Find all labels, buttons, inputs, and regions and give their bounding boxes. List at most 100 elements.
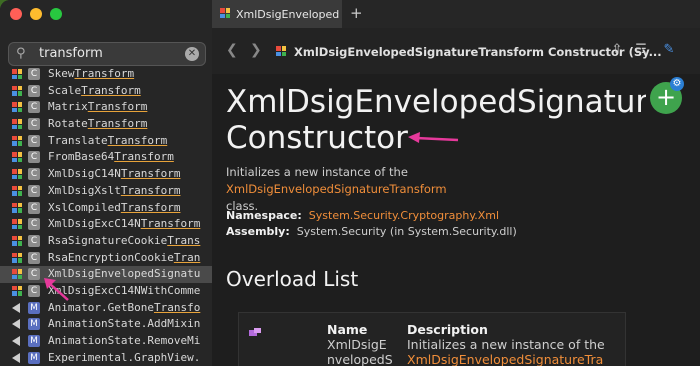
class-grid-icon	[12, 135, 22, 146]
class-grid-icon	[12, 119, 22, 130]
class-grid-icon	[276, 46, 286, 56]
overload-name-link[interactable]: XmlDsigE nvelopedS	[327, 337, 399, 366]
namespace-link[interactable]: System.Security.Cryptography.Xml	[309, 209, 499, 222]
annotate-icon[interactable]: ✎	[660, 42, 678, 60]
class-link[interactable]: XmlDsigEnvelopedSignatureTransform	[226, 182, 447, 196]
gear-icon[interactable]: ⚙	[670, 77, 684, 91]
list-item[interactable]: C XmlDsigC14NTransform	[0, 166, 212, 183]
class-icon: C	[28, 168, 40, 181]
list-item[interactable]: C RsaSignatureCookieTrans	[0, 233, 212, 250]
list-item-label: XmlDsigXsltTransform	[48, 183, 181, 197]
tab-active[interactable]: XmlDsigEnvelopedSign	[212, 0, 342, 28]
class-icon: C	[28, 284, 40, 297]
close-window-button[interactable]	[10, 8, 22, 20]
search-input[interactable]: transform	[39, 46, 103, 61]
list-item-label: MatrixTransform	[48, 100, 148, 114]
class-grid-icon	[12, 285, 22, 296]
list-item-label: ScaleTransform	[48, 83, 141, 97]
list-item-label: TranslateTransform	[48, 133, 168, 147]
class-grid-icon	[12, 219, 22, 230]
class-icon: C	[28, 101, 40, 114]
share-icon[interactable]: ⇧	[608, 42, 626, 60]
class-grid-icon	[12, 185, 22, 196]
overload-description: Initializes a new instance of the XmlDsig…	[407, 337, 605, 366]
class-grid-icon	[12, 85, 22, 96]
list-item[interactable]: C XmlDsigExcC14NTransform	[0, 216, 212, 233]
class-grid-icon	[12, 235, 22, 246]
unity-icon	[12, 352, 22, 363]
clear-search-icon[interactable]: ✕	[185, 47, 199, 61]
list-item[interactable]: M AnimationState.AddMixin	[0, 316, 212, 333]
class-grid-icon	[12, 269, 22, 280]
list-item[interactable]: C TranslateTransform	[0, 133, 212, 150]
class-icon: C	[28, 134, 40, 147]
public-method-icon	[249, 323, 261, 342]
assembly-value: System.Security (in System.Security.dll)	[296, 225, 517, 238]
new-tab-button[interactable]: +	[350, 4, 363, 22]
list-item[interactable]: C RotateTransform	[0, 116, 212, 133]
doc-content: XmlDsigEnvelopedSignatureT Constructor I…	[212, 74, 700, 366]
tab-bar: XmlDsigEnvelopedSign +	[212, 0, 700, 28]
document-title: XmlDsigEnvelopedSignatureTransform Const…	[294, 45, 662, 59]
forward-icon[interactable]: ❯	[250, 42, 262, 58]
assembly-label: Assembly:	[226, 225, 290, 238]
list-item[interactable]: C XmlDsigExcC14NWithComme	[0, 283, 212, 300]
pink-arrow-annotation-sidebar	[44, 278, 69, 301]
class-icon: C	[28, 84, 40, 97]
app-window: ⚲ transform ✕ C SkewTransform C ScaleTransf…	[0, 0, 700, 366]
class-grid-icon	[12, 152, 22, 163]
unity-icon	[12, 319, 22, 330]
class-icon: C	[28, 268, 40, 281]
list-item[interactable]: C XmlDsigEnvelopedSignatu	[0, 266, 212, 283]
column-header-name: Name	[327, 322, 368, 337]
unity-icon	[12, 302, 22, 313]
class-icon: C	[28, 118, 40, 131]
pink-arrow-annotation	[408, 132, 459, 143]
list-item-label: AnimationState.RemoveMi	[48, 334, 201, 347]
list-item[interactable]: C FromBase64Transform	[0, 149, 212, 166]
column-header-description: Description	[407, 322, 488, 337]
method-icon: M	[28, 351, 40, 364]
method-icon: M	[28, 301, 40, 314]
class-icon: C	[28, 68, 40, 80]
list-item[interactable]: C ScaleTransform	[0, 83, 212, 100]
class-grid-icon	[12, 252, 22, 263]
list-item[interactable]: C XmlDsigXsltTransform	[0, 183, 212, 200]
overload-table: Name XmlDsigE nvelopedS Description Initi…	[238, 312, 626, 366]
book-icon[interactable]: ☶	[632, 42, 650, 60]
unity-icon	[12, 336, 22, 346]
search-results-list: C SkewTransform C ScaleTransform C MatrixTran…	[0, 66, 212, 366]
meta-info: Namespace: System.Security.Cryptography.…	[226, 208, 517, 240]
list-item-label: AnimationState.AddMixin	[48, 317, 201, 331]
list-item[interactable]: C SkewTransform	[0, 66, 212, 83]
overload-heading: Overload List	[226, 267, 359, 291]
list-item[interactable]: M Animator.GetBoneTransfo	[0, 300, 212, 317]
list-item[interactable]: C MatrixTransform	[0, 99, 212, 116]
class-icon: C	[28, 251, 40, 264]
page-title-line1: XmlDsigEnvelopedSignatureT	[226, 84, 646, 120]
sidebar: ⚲ transform ✕ C SkewTransform C ScaleTransf…	[0, 0, 213, 366]
class-icon: C	[28, 218, 40, 231]
class-grid-icon	[220, 8, 230, 18]
method-icon: M	[28, 318, 40, 331]
class-icon: C	[28, 151, 40, 164]
class-grid-icon	[12, 69, 22, 79]
method-icon: M	[28, 335, 40, 347]
list-item-label: XslCompiledTransform	[48, 200, 181, 214]
list-item[interactable]: C RsaEncryptionCookieTran	[0, 250, 212, 267]
class-icon: C	[28, 201, 40, 214]
back-icon[interactable]: ❮	[226, 42, 238, 58]
list-item-label: FromBase64Transform	[48, 150, 174, 164]
list-item-label: XmlDsigC14NTransform	[48, 167, 181, 181]
class-grid-icon	[12, 202, 22, 213]
minimize-window-button[interactable]	[30, 8, 42, 20]
namespace-label: Namespace:	[226, 209, 302, 222]
class-icon: C	[28, 234, 40, 247]
list-item[interactable]: M Experimental.GraphView.	[0, 350, 212, 366]
list-item[interactable]: M AnimationState.RemoveMi	[0, 333, 212, 350]
list-item[interactable]: C XslCompiledTransform	[0, 200, 212, 217]
search-field[interactable]: ⚲ transform ✕	[8, 42, 206, 66]
window-controls	[10, 8, 62, 20]
description-text: Initializes a new instance of the	[226, 165, 408, 179]
zoom-window-button[interactable]	[50, 8, 62, 20]
